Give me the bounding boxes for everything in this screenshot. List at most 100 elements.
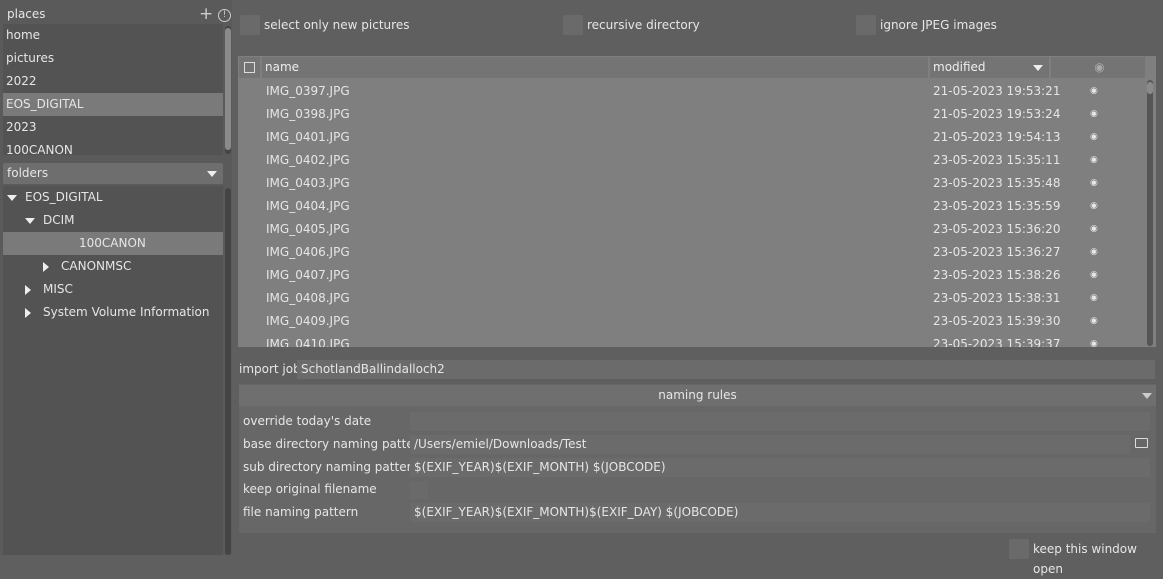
eye-icon[interactable]: ◉ — [1090, 333, 1098, 347]
eye-icon: ◉ — [1094, 60, 1105, 74]
base-dir-input[interactable]: /Users/emiel/Downloads/Test — [410, 435, 1130, 454]
eye-icon[interactable]: ◉ — [1090, 149, 1098, 172]
info-icon[interactable]: ! — [218, 9, 231, 22]
expander[interactable] — [43, 255, 61, 278]
eye-icon[interactable]: ◉ — [1090, 126, 1098, 149]
expanded-arrow-icon — [25, 217, 35, 224]
override-date-input[interactable] — [410, 412, 1150, 431]
file-modified: 21-05-2023 19:54:13 — [933, 130, 1061, 144]
table-row[interactable]: IMG_0405.JPG 23-05-2023 15:36:20 ◉ — [238, 218, 1146, 241]
folder-item[interactable]: System Volume Information — [3, 301, 223, 324]
place-item[interactable]: EOS_DIGITAL — [3, 93, 223, 116]
column-modified[interactable]: modified — [930, 57, 1049, 78]
eye-icon[interactable]: ◉ — [1090, 103, 1098, 126]
folders-scrollbar[interactable] — [225, 188, 231, 555]
table-row[interactable]: IMG_0397.JPG 21-05-2023 19:53:21 ◉ — [238, 80, 1146, 103]
folder-item[interactable]: MISC — [3, 278, 223, 301]
table-row[interactable]: IMG_0403.JPG 23-05-2023 15:35:48 ◉ — [238, 172, 1146, 195]
folder-item[interactable]: DCIM — [3, 209, 223, 232]
file-table: name modified ◉ IMG_0397.JPG 21-05-2023 1… — [238, 56, 1156, 347]
file-naming-input[interactable]: $(EXIF_YEAR)$(EXIF_MONTH)$(EXIF_DAY) $(J… — [410, 503, 1150, 522]
folders-dropdown[interactable]: folders — [3, 163, 223, 184]
expander[interactable] — [25, 278, 43, 301]
eye-icon[interactable]: ◉ — [1090, 287, 1098, 310]
eye-icon[interactable]: ◉ — [1090, 218, 1098, 241]
table-row[interactable]: IMG_0407.JPG 23-05-2023 15:38:26 ◉ — [238, 264, 1146, 287]
table-row[interactable]: IMG_0404.JPG 23-05-2023 15:35:59 ◉ — [238, 195, 1146, 218]
file-modified: 23-05-2023 15:39:37 — [933, 337, 1061, 347]
eye-icon[interactable]: ◉ — [1090, 195, 1098, 218]
grid-icon — [244, 62, 255, 73]
collapsed-arrow-icon — [43, 261, 49, 272]
column-preview[interactable]: ◉ — [1051, 57, 1145, 78]
select-new-checkbox[interactable] — [240, 15, 260, 35]
place-item[interactable]: 2022 — [3, 70, 223, 93]
eye-icon[interactable]: ◉ — [1090, 172, 1098, 195]
table-row[interactable]: IMG_0398.JPG 21-05-2023 19:53:24 ◉ — [238, 103, 1146, 126]
collapse-icon — [1142, 393, 1152, 399]
file-name: IMG_0397.JPG — [266, 84, 350, 98]
place-item[interactable]: pictures — [3, 47, 223, 70]
table-row[interactable]: IMG_0402.JPG 23-05-2023 15:35:11 ◉ — [238, 149, 1146, 172]
eye-icon[interactable]: ◉ — [1090, 80, 1098, 103]
folder-item[interactable]: 100CANON — [3, 232, 223, 255]
expander[interactable] — [7, 186, 25, 209]
thumbnail-toggle-button[interactable] — [239, 57, 260, 78]
table-row[interactable]: IMG_0406.JPG 23-05-2023 15:36:27 ◉ — [238, 241, 1146, 264]
ignore-jpeg-checkbox[interactable] — [856, 15, 876, 35]
eye-icon[interactable]: ◉ — [1090, 264, 1098, 287]
keep-open-checkbox[interactable] — [1009, 539, 1029, 559]
add-place-icon[interactable]: + — [199, 5, 213, 23]
file-name: IMG_0410.JPG — [266, 337, 350, 347]
expander[interactable] — [25, 209, 43, 232]
file-modified: 23-05-2023 15:35:11 — [933, 153, 1061, 167]
file-modified: 23-05-2023 15:38:31 — [933, 291, 1061, 305]
file-name: IMG_0405.JPG — [266, 222, 350, 236]
file-name: IMG_0402.JPG — [266, 153, 350, 167]
place-item[interactable]: home — [3, 24, 223, 47]
table-row[interactable]: IMG_0410.JPG 23-05-2023 15:39:37 ◉ — [238, 333, 1146, 347]
file-name: IMG_0403.JPG — [266, 176, 350, 190]
file-modified: 23-05-2023 15:39:30 — [933, 314, 1061, 328]
file-name: IMG_0406.JPG — [266, 245, 350, 259]
override-date-label: override today's date — [243, 414, 372, 428]
file-modified: 23-05-2023 15:36:27 — [933, 245, 1061, 259]
table-row[interactable]: IMG_0408.JPG 23-05-2023 15:38:31 ◉ — [238, 287, 1146, 310]
file-name: IMG_0404.JPG — [266, 199, 350, 213]
base-dir-label: base directory naming pattern — [243, 437, 427, 451]
naming-rules-header[interactable]: naming rules — [239, 385, 1156, 406]
table-scrollbar[interactable] — [1147, 80, 1153, 346]
recursive-checkbox[interactable] — [563, 15, 583, 35]
eye-icon[interactable]: ◉ — [1090, 310, 1098, 333]
keep-open-label: keep this window open — [1033, 542, 1137, 576]
table-row[interactable]: IMG_0401.JPG 21-05-2023 19:54:13 ◉ — [238, 126, 1146, 149]
collapsed-arrow-icon — [25, 307, 31, 318]
keep-filename-checkbox[interactable] — [410, 481, 428, 499]
sub-dir-input[interactable]: $(EXIF_YEAR)$(EXIF_MONTH) $(JOBCODE) — [410, 458, 1150, 477]
file-modified: 23-05-2023 15:35:59 — [933, 199, 1061, 213]
import-job-input[interactable]: SchotlandBallindalloch2 — [297, 360, 1155, 379]
places-scrollbar[interactable] — [225, 26, 231, 154]
keep-filename-label: keep original filename — [243, 482, 377, 496]
folder-item[interactable]: CANONMSC — [3, 255, 223, 278]
file-modified: 23-05-2023 15:35:48 — [933, 176, 1061, 190]
table-row[interactable]: IMG_0409.JPG 23-05-2023 15:39:30 ◉ — [238, 310, 1146, 333]
ignore-jpeg-label: ignore JPEG images — [880, 18, 997, 32]
folder-icon[interactable] — [1135, 438, 1148, 448]
column-name[interactable]: name — [262, 57, 928, 78]
table-body: IMG_0397.JPG 21-05-2023 19:53:21 ◉ IMG_0398… — [238, 80, 1146, 347]
place-item[interactable]: 100CANON — [3, 139, 223, 162]
expander[interactable] — [25, 301, 43, 324]
collapsed-arrow-icon — [25, 284, 31, 295]
file-naming-label: file naming pattern — [243, 505, 359, 519]
file-modified: 23-05-2023 15:38:26 — [933, 268, 1061, 282]
sub-dir-label: sub directory naming pattern — [243, 460, 419, 474]
file-name: IMG_0407.JPG — [266, 268, 350, 282]
sort-desc-icon — [1033, 65, 1043, 71]
folder-item[interactable]: EOS_DIGITAL — [3, 186, 223, 209]
import-job-label: import job — [239, 362, 301, 376]
select-new-label: select only new pictures — [264, 18, 410, 32]
place-item[interactable]: 2023 — [3, 116, 223, 139]
eye-icon[interactable]: ◉ — [1090, 241, 1098, 264]
recursive-label: recursive directory — [587, 18, 700, 32]
